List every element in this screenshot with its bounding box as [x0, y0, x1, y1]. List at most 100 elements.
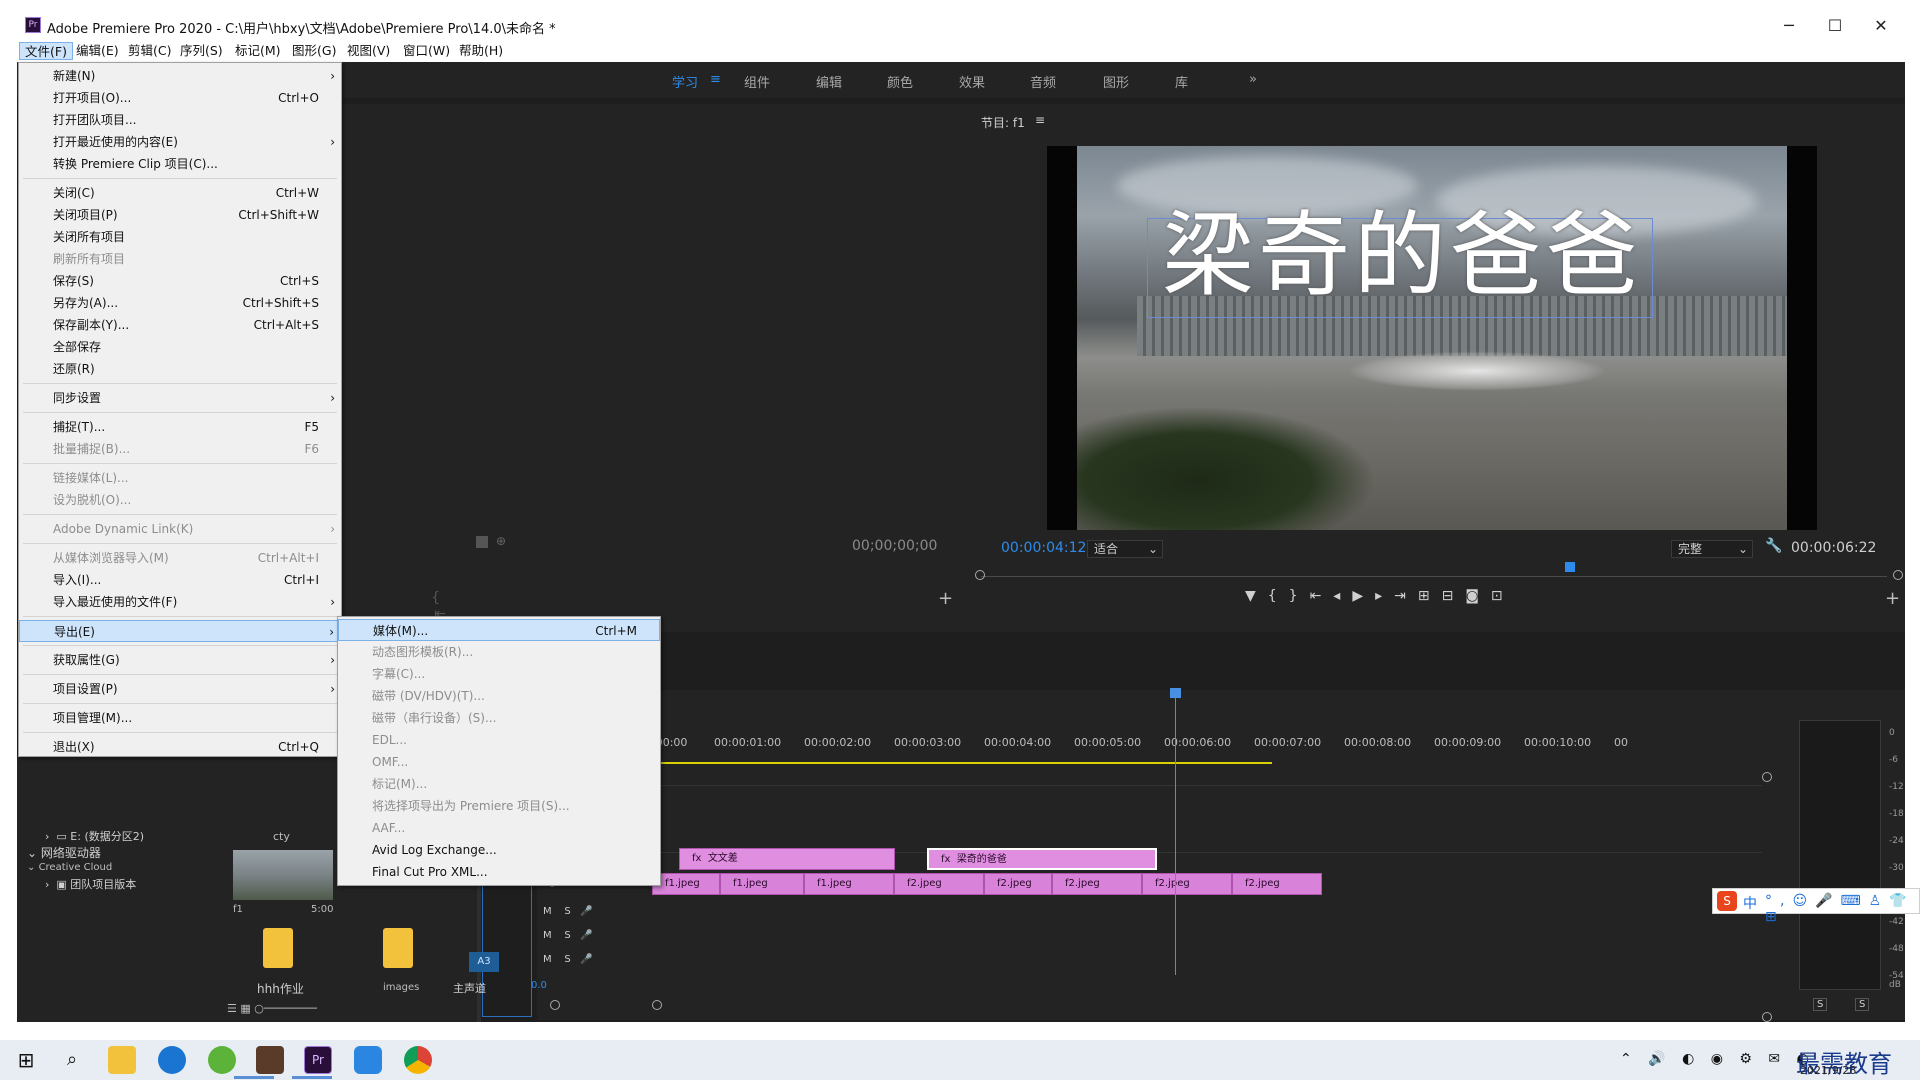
file-menu-item[interactable]: 新建(N) ›	[19, 65, 341, 87]
solo-left-button[interactable]: S	[1813, 998, 1828, 1011]
menu-marker[interactable]: 标记(M)	[230, 42, 286, 60]
master-volume-value[interactable]: 0.0	[531, 980, 547, 991]
menu-window[interactable]: 窗口(W)	[398, 42, 455, 60]
solo-button[interactable]: S	[564, 930, 570, 941]
system-tray-icons[interactable]: ⌃ 🔊 ◐ ◉ ⚙ ✉ ◐	[1620, 1051, 1815, 1067]
file-menu-item[interactable]: 关闭所有项目	[19, 226, 341, 248]
workspace-tab-audio[interactable]: 音频	[1030, 72, 1056, 91]
workspace-tab-color[interactable]: 颜色	[887, 72, 913, 91]
file-menu-item[interactable]: 还原(R)	[19, 358, 341, 380]
file-menu-item[interactable]: 项目设置(P) ›	[19, 678, 341, 700]
ime-toolbar[interactable]: S 中 °,☺🎤⌨♙👕⊞	[1712, 888, 1920, 925]
minimize-button[interactable]: ─	[1771, 16, 1807, 38]
timeline-playhead-handle[interactable]	[1170, 688, 1181, 698]
program-playhead[interactable]	[1564, 562, 1575, 572]
menu-view[interactable]: 视图(V)	[342, 42, 395, 60]
file-menu-item[interactable]: 导入最近使用的文件(F) ›	[19, 591, 341, 613]
file-menu-item[interactable]: 全部保存	[19, 336, 341, 358]
audio-track-3-controls[interactable]: M S 🎤	[543, 954, 593, 965]
ime-language-indicator[interactable]: 中	[1743, 893, 1757, 913]
file-menu-item[interactable]: 打开项目(O)... Ctrl+O	[19, 87, 341, 109]
menu-clip[interactable]: 剪辑(C)	[123, 42, 176, 60]
menu-sequence[interactable]: 序列(S)	[175, 42, 228, 60]
file-menu-item[interactable]: 获取属性(G) ›	[19, 649, 341, 671]
image-clip[interactable]: f2.jpeg	[894, 873, 984, 895]
image-clip[interactable]: f1.jpeg	[652, 873, 720, 895]
solo-right-button[interactable]: S	[1855, 998, 1870, 1011]
menu-graphics[interactable]: 图形(G)	[287, 42, 341, 60]
add-button-icon[interactable]: +	[938, 588, 953, 609]
wrench-icon[interactable]: 🔧	[1765, 538, 1782, 554]
app-green-icon[interactable]	[208, 1046, 236, 1074]
solo-button[interactable]: S	[564, 954, 570, 965]
workspace-tab-editing[interactable]: 编辑	[816, 72, 842, 91]
program-transport-controls[interactable]: ▼{}⇤◂▶▸⇥⊞⊟◙⊡	[1245, 588, 1665, 608]
file-menu-item[interactable]: 退出(X) Ctrl+Q	[19, 736, 341, 758]
file-explorer-icon[interactable]	[108, 1046, 136, 1074]
scroll-handle[interactable]	[1762, 772, 1772, 782]
h-scroll-handle-left[interactable]	[550, 1000, 560, 1010]
zoom-handle-left[interactable]	[975, 570, 985, 580]
search-icon[interactable]: ⌕	[58, 1046, 86, 1074]
image-clip[interactable]: f2.jpeg	[1232, 873, 1322, 895]
sogou-icon[interactable]: S	[1717, 891, 1737, 911]
file-menu-item[interactable]: 同步设置 ›	[19, 387, 341, 409]
track-target-a3[interactable]: A3	[469, 952, 499, 972]
program-current-time[interactable]: 00:00:04:12	[1001, 540, 1086, 556]
work-area-bar[interactable]	[652, 762, 1272, 764]
program-scrubber[interactable]	[981, 576, 1887, 577]
folder-icon[interactable]	[383, 928, 413, 968]
file-menu-item[interactable]: 链接媒体(L)...	[19, 467, 341, 489]
file-menu-item[interactable]: 捕捉(T)... F5	[19, 416, 341, 438]
image-clip[interactable]: f2.jpeg	[1142, 873, 1232, 895]
settings-icon[interactable]: ⊕	[496, 534, 506, 548]
export-menu-item[interactable]: Avid Log Exchange...	[338, 839, 660, 861]
app-cube-icon[interactable]	[256, 1046, 284, 1074]
tree-item-creative-cloud[interactable]: ⌄ Creative Cloud	[27, 862, 112, 873]
program-video-frame[interactable]: 梁奇的爸爸	[1047, 146, 1817, 530]
ime-tool-icons[interactable]: °,☺🎤⌨♙👕⊞	[1765, 893, 1919, 925]
workspace-tab-graphics[interactable]: 图形	[1103, 72, 1129, 91]
fit-dropdown[interactable]: 适合 ⌄	[1087, 540, 1163, 558]
tree-item-team-project[interactable]: › ▣ 团队项目版本	[45, 876, 136, 892]
menu-help[interactable]: 帮助(H)	[454, 42, 508, 60]
file-menu-item[interactable]: 关闭项目(P) Ctrl+Shift+W	[19, 204, 341, 226]
file-menu-item[interactable]: 打开最近使用的内容(E) ›	[19, 131, 341, 153]
timeline-ruler[interactable]: :00:00 00:00:01:00 00:00:02:00 00:00:03:…	[652, 696, 1760, 749]
tree-item-network[interactable]: ⌄ 网络驱动器	[27, 844, 101, 861]
marker-icon[interactable]	[476, 536, 488, 548]
windows-start-icon[interactable]: ⊞	[12, 1046, 40, 1074]
workspace-menu-icon[interactable]: ≡	[710, 72, 721, 87]
file-menu-item[interactable]: 转换 Premiere Clip 项目(C)...	[19, 153, 341, 175]
export-menu-item[interactable]: Final Cut Pro XML...	[338, 861, 660, 883]
solo-button[interactable]: S	[564, 906, 570, 917]
edge-icon[interactable]	[158, 1046, 186, 1074]
timeline-playhead[interactable]	[1175, 690, 1176, 975]
h-scroll-handle-right[interactable]	[652, 1000, 662, 1010]
file-menu-item[interactable]: 设为脱机(O)...	[19, 489, 341, 511]
export-menu-item[interactable]: 将选择项导出为 Premiere 项目(S)...	[338, 795, 660, 817]
export-menu-item[interactable]: EDL...	[338, 729, 660, 751]
export-menu-item[interactable]: 磁带（串行设备）(S)...	[338, 707, 660, 729]
folder-icon[interactable]	[263, 928, 293, 968]
file-menu-item[interactable]: 刷新所有项目	[19, 248, 341, 270]
export-menu-item[interactable]: 标记(M)...	[338, 773, 660, 795]
workspace-overflow-icon[interactable]: »	[1249, 72, 1257, 87]
close-button[interactable]: ✕	[1863, 16, 1899, 38]
file-menu-item[interactable]: 批量捕捉(B)... F6	[19, 438, 341, 460]
mute-button[interactable]: M	[543, 930, 552, 941]
file-menu-item[interactable]: 保存副本(Y)... Ctrl+Alt+S	[19, 314, 341, 336]
audio-track-2-controls[interactable]: M S 🎤	[543, 930, 593, 941]
export-menu-item[interactable]: 媒体(M)... Ctrl+M	[338, 619, 660, 641]
file-menu-item[interactable]: 另存为(A)... Ctrl+Shift+S	[19, 292, 341, 314]
chrome-icon[interactable]	[404, 1046, 432, 1074]
menu-file[interactable]: 文件(F)	[19, 42, 73, 60]
file-menu-item[interactable]: 导入(I)... Ctrl+I	[19, 569, 341, 591]
quality-dropdown[interactable]: 完整 ⌄	[1671, 540, 1753, 558]
image-clip[interactable]: f1.jpeg	[720, 873, 804, 895]
program-monitor-label[interactable]: 节目: f1	[981, 114, 1025, 131]
workspace-tab-assembly[interactable]: 组件	[744, 72, 770, 91]
tree-item-drive-e[interactable]: › ▭ E: (数据分区2)	[45, 828, 144, 844]
add-button-icon[interactable]: +	[1885, 588, 1900, 609]
export-menu-item[interactable]: OMF...	[338, 751, 660, 773]
